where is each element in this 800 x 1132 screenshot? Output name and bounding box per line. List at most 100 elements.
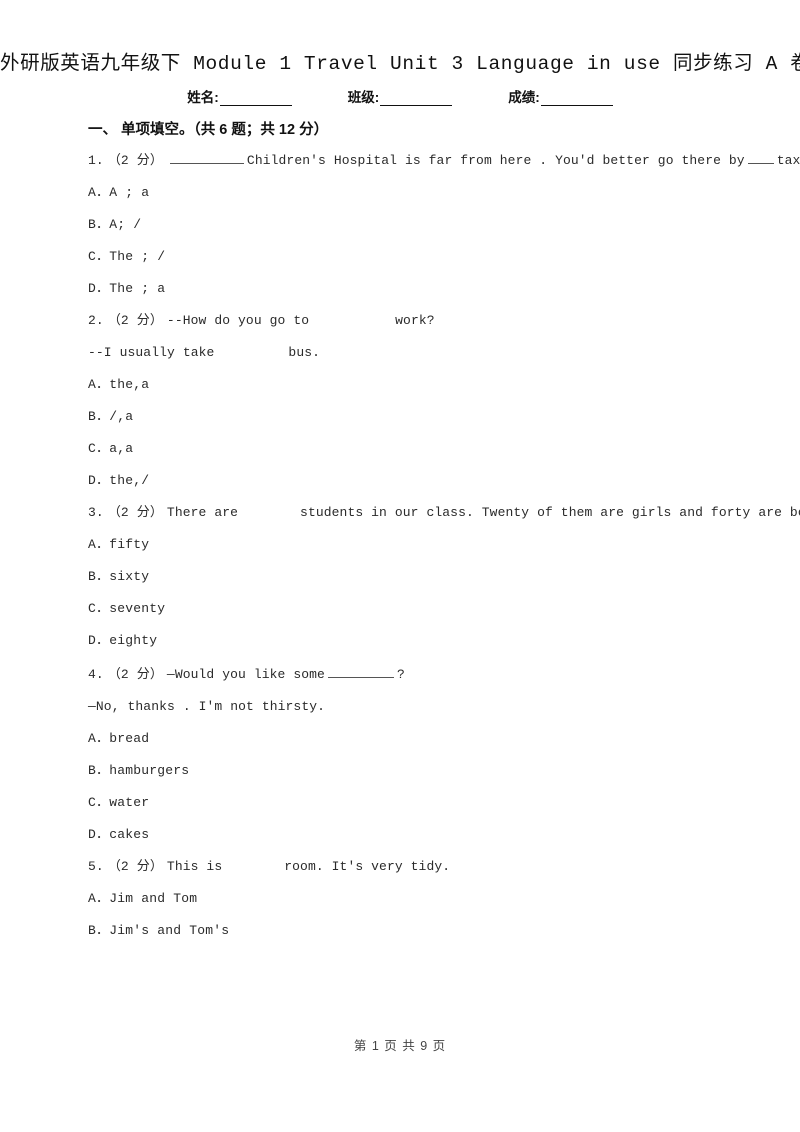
question-text-tail: students in our class. Twenty of them ar… xyxy=(300,505,800,520)
question-marks: （2 分） xyxy=(107,153,163,168)
option-item[interactable]: C．a,a xyxy=(88,442,778,455)
student-info-row: 姓名: 班级: 成绩: xyxy=(0,86,800,106)
question-continuation: —No, thanks . I'm not thirsty. xyxy=(88,700,778,713)
page-footer: 第 1 页 共 9 页 xyxy=(353,1039,447,1053)
question-marks: （2 分） xyxy=(107,859,163,874)
option-item[interactable]: B．Jim's and Tom's xyxy=(88,924,778,937)
question-text-tail: work? xyxy=(395,313,435,328)
option-item[interactable]: D．cakes xyxy=(88,828,778,841)
option-letter: D． xyxy=(88,633,110,648)
option-text: Jim and Tom xyxy=(109,891,198,906)
option-text: A ; a xyxy=(109,185,150,200)
option-letter: A． xyxy=(88,377,110,392)
question-number: 4. xyxy=(88,667,104,682)
question-stem: 3. （2 分） There are students in our class. T… xyxy=(88,505,800,520)
section-heading: 一、 单项填空。（共 6 题；共 12 分） xyxy=(88,122,329,138)
question-stem: 5. （2 分） This is room. It's very tidy. xyxy=(88,860,778,873)
option-item[interactable]: C．The ; / xyxy=(88,250,778,263)
option-letter: B． xyxy=(88,569,110,584)
question-text-tail: taxi. xyxy=(776,153,800,168)
continuation-text-tail: bus. xyxy=(288,345,321,360)
question-text-tail: room. It's very tidy. xyxy=(284,859,451,874)
option-letter: B． xyxy=(88,763,110,778)
question-marks: （2 分） xyxy=(107,313,163,328)
question-number: 5. xyxy=(88,859,104,874)
option-text: The ; / xyxy=(109,249,166,264)
question-number: 2. xyxy=(88,313,104,328)
class-field-blank xyxy=(380,92,453,106)
option-letter: D． xyxy=(88,281,110,296)
option-letter: A． xyxy=(88,731,110,746)
question-number: 1. xyxy=(88,153,104,168)
option-item[interactable]: A．Jim and Tom xyxy=(88,892,778,905)
question-text: Children's Hospital is far from here . Y… xyxy=(246,153,745,168)
option-letter: C． xyxy=(88,601,110,616)
option-text: the,a xyxy=(109,377,150,392)
option-text: bread xyxy=(109,731,150,746)
score-field: 成绩: xyxy=(508,86,613,106)
question-list: 1. （2 分） Children's Hospital is far from h… xyxy=(88,152,800,956)
option-letter: A． xyxy=(88,891,110,906)
question-continuation: --I usually take bus. xyxy=(88,346,778,359)
class-field: 班级: xyxy=(348,86,453,106)
option-item[interactable]: D．eighty xyxy=(88,634,778,647)
option-item[interactable]: A．the,a xyxy=(88,378,778,391)
option-letter: C． xyxy=(88,441,110,456)
continuation-text: —No, thanks . I'm not thirsty. xyxy=(88,699,326,714)
option-letter: B． xyxy=(88,217,110,232)
option-item[interactable]: B．hamburgers xyxy=(88,764,778,777)
option-item[interactable]: B．/,a xyxy=(88,410,778,423)
option-item[interactable]: C．water xyxy=(88,796,778,809)
score-field-label: 成绩: xyxy=(508,90,540,105)
option-item[interactable]: D．The ; a xyxy=(88,282,778,295)
option-item[interactable]: A．fifty xyxy=(88,538,778,551)
option-text: seventy xyxy=(109,601,166,616)
name-field-blank xyxy=(219,92,292,106)
question-number: 3. xyxy=(88,505,104,520)
question-text-tail: ? xyxy=(396,667,405,682)
option-letter: B． xyxy=(88,923,110,938)
option-text: sixty xyxy=(109,569,150,584)
option-text: cakes xyxy=(109,827,150,842)
option-item[interactable]: B．A; / xyxy=(88,218,778,231)
continuation-text: --I usually take xyxy=(88,345,215,360)
option-item[interactable]: A．bread xyxy=(88,732,778,745)
name-field: 姓名: xyxy=(187,86,292,106)
answer-blank xyxy=(169,152,244,164)
question-text: —Would you like some xyxy=(166,667,325,682)
option-letter: A． xyxy=(88,185,110,200)
answer-blank xyxy=(327,666,394,678)
option-letter: D． xyxy=(88,473,110,488)
option-letter: C． xyxy=(88,795,110,810)
option-text: the,/ xyxy=(109,473,150,488)
question-text: This is xyxy=(166,859,223,874)
option-text: hamburgers xyxy=(109,763,190,778)
option-text: A; / xyxy=(109,217,142,232)
option-item[interactable]: C．seventy xyxy=(88,602,778,615)
option-text: Jim's and Tom's xyxy=(109,923,230,938)
question-marks: （2 分） xyxy=(107,667,163,682)
option-letter: B． xyxy=(88,409,110,424)
question-stem: 4. （2 分） —Would you like some? xyxy=(88,666,778,681)
option-text: /,a xyxy=(109,409,134,424)
page-title: 外研版英语九年级下 Module 1 Travel Unit 3 Languag… xyxy=(0,53,800,75)
score-field-blank xyxy=(540,92,613,106)
answer-blank xyxy=(747,152,774,164)
option-letter: D． xyxy=(88,827,110,842)
option-item[interactable]: D．the,/ xyxy=(88,474,778,487)
class-field-label: 班级: xyxy=(347,90,380,105)
option-letter: C． xyxy=(88,249,110,264)
option-text: a,a xyxy=(109,441,134,456)
option-text: water xyxy=(109,795,150,810)
option-text: fifty xyxy=(109,537,150,552)
document-page: 外研版英语九年级下 Module 1 Travel Unit 3 Languag… xyxy=(0,0,800,1132)
option-item[interactable]: B．sixty xyxy=(88,570,778,583)
question-stem: 2. （2 分） --How do you go to work? xyxy=(88,314,778,327)
question-stem: 1. （2 分） Children's Hospital is far from h… xyxy=(88,152,800,168)
question-text: --How do you go to xyxy=(166,313,310,328)
option-text: eighty xyxy=(109,633,158,648)
option-letter: A． xyxy=(88,537,110,552)
question-marks: （2 分） xyxy=(107,505,163,520)
option-text: The ; a xyxy=(109,281,166,296)
option-item[interactable]: A．A ; a xyxy=(88,186,778,199)
